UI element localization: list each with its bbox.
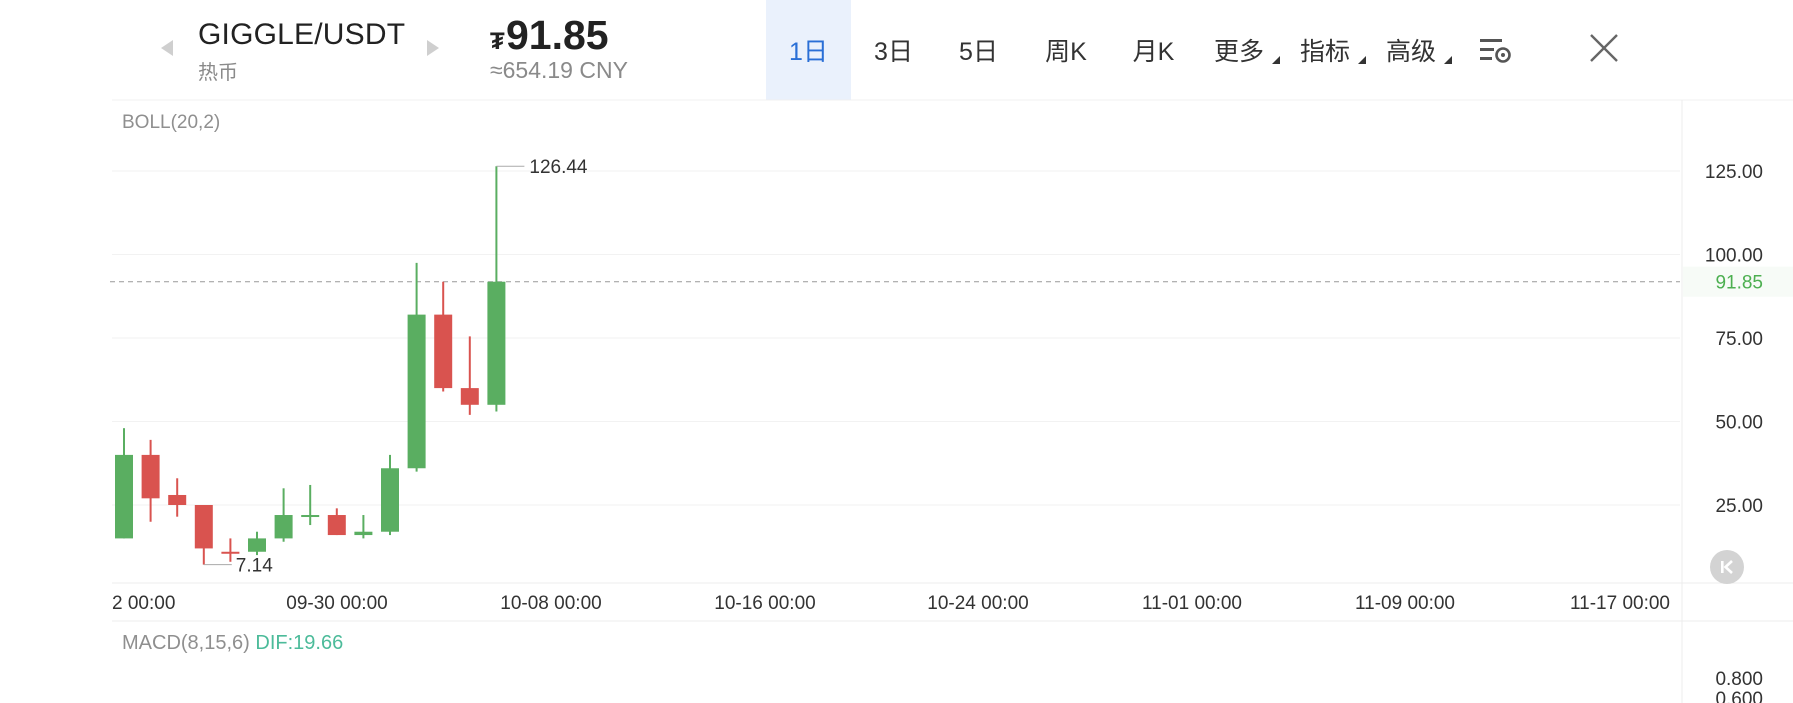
candle-body [141,454,160,499]
macd-params: MACD(8,15,6) [122,632,250,654]
candle-body [301,515,320,518]
candle-body [354,531,373,536]
candle-body [407,314,426,469]
x-tick-label: 10-24 00:00 [927,593,1028,614]
candle-body [221,551,240,554]
x-tick-label: 11-09 00:00 [1355,593,1455,614]
y-tick-label: 125.00 [1705,162,1763,183]
candle-body [487,281,506,405]
candle-body [327,515,346,536]
x-tick-label: 10-16 00:00 [714,593,815,614]
candle-body [434,314,453,389]
macd-indicator-label: MACD(8,15,6) DIF:19.66 [122,632,343,655]
candlestick-chart[interactable]: 125.00 100.00 75.00 50.00 25.00 2 00:00 09-30 … [0,0,1793,703]
candle-body [274,515,293,539]
y-tick-label: 25.00 [1715,496,1763,517]
x-tick-label: 2 00:00 [112,593,175,614]
candle-body [194,505,213,549]
y-tick-label: 100.00 [1705,246,1763,267]
rewind-to-latest-icon[interactable] [1710,550,1744,584]
x-tick-label: 09-30 00:00 [286,593,387,614]
x-tick-label: 10-08 00:00 [500,593,601,614]
macd-dif-value: DIF:19.66 [255,632,344,654]
min-price-label: 7.14 [236,556,273,577]
candle-body [381,468,399,532]
candle-body [460,388,479,405]
candle-body [248,538,266,552]
x-tick-label: 11-17 00:00 [1570,593,1670,614]
candle-body [115,454,133,539]
macd-tick-label: 0.600 [1715,689,1763,703]
y-tick-label: 50.00 [1715,413,1763,434]
y-tick-label: 75.00 [1715,329,1763,350]
x-tick-label: 11-01 00:00 [1142,593,1242,614]
max-price-label: 126.44 [529,157,588,178]
macd-tick-label: 0.800 [1715,669,1763,690]
candle-body [168,494,187,505]
last-price-label: 91.85 [1715,273,1763,294]
